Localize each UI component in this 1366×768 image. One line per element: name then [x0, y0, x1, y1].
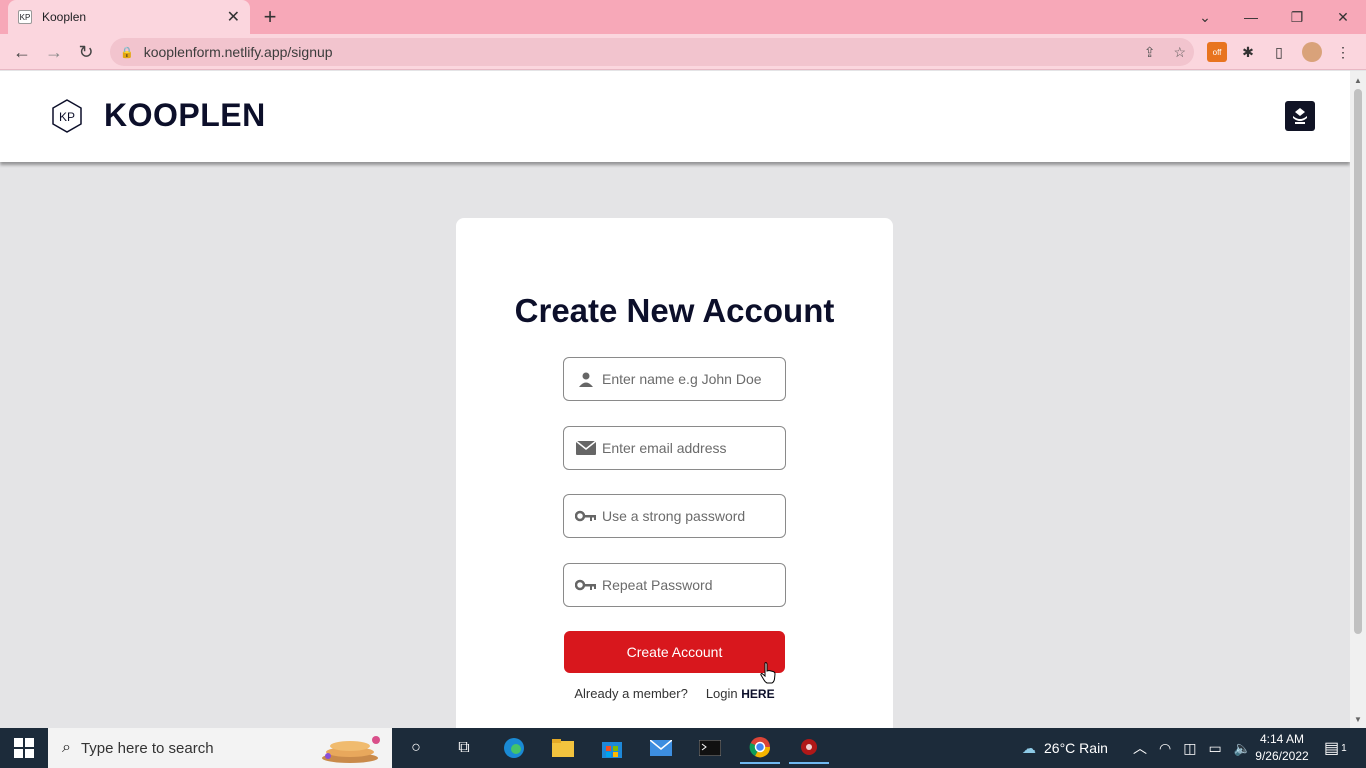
profile-avatar[interactable] [1302, 42, 1322, 62]
create-account-button[interactable]: Create Account [564, 631, 785, 673]
share-icon[interactable]: ⇪ [1144, 44, 1156, 61]
kp-logo-icon[interactable]: KP [52, 99, 82, 133]
name-field[interactable] [563, 357, 786, 401]
login-here-link[interactable]: HERE [741, 687, 774, 701]
password-field[interactable] [563, 494, 786, 538]
login-text: Login [705, 686, 738, 701]
login-prompt: Already a member? Login HERE [456, 686, 893, 701]
meet-now-icon[interactable]: ◫ [1183, 740, 1196, 757]
clock[interactable]: 4:14 AM 9/26/2022 [1252, 731, 1312, 765]
new-tab-button[interactable]: + [258, 4, 282, 29]
taskbar-search-box[interactable]: ⌕ Type here to search [48, 728, 392, 768]
search-icon: ⌕ [62, 739, 71, 756]
chrome-icon[interactable] [740, 732, 780, 764]
taskbar-search-placeholder: Type here to search [80, 739, 214, 757]
lock-icon: 🔒 [120, 46, 134, 59]
tab-close-icon[interactable]: ✕ [227, 7, 240, 27]
key-icon [573, 575, 599, 595]
user-icon [573, 369, 599, 389]
windows-taskbar: ⌕ Type here to search ○ ⧉ ☁ 26°C Rain ︿ … [0, 728, 1366, 768]
back-button[interactable]: ← [10, 40, 34, 64]
site-favicon-icon: KP [18, 10, 32, 24]
extensions-puzzle-icon[interactable]: ✱ [1238, 42, 1258, 62]
key-icon [573, 506, 599, 526]
browser-tabbar: KP Kooplen ✕ + ⌄ — ❐ ✕ [0, 0, 1366, 34]
cortana-icon[interactable]: ○ [396, 732, 436, 764]
browser-menu-icon[interactable]: ⋮ [1333, 42, 1353, 62]
tab-search-icon[interactable]: ⌄ [1182, 0, 1228, 34]
recorder-app-icon[interactable] [789, 732, 829, 764]
search-highlight-pancake-icon [322, 736, 380, 763]
system-tray: ︿ ◠ ◫ ▭ 🔈 [1133, 728, 1251, 768]
signup-card: Create New Account Create Accou [456, 218, 893, 728]
edge-icon[interactable] [494, 732, 534, 764]
battery-icon[interactable]: ▭ [1208, 740, 1221, 757]
tab-title: Kooplen [42, 10, 87, 24]
windows-start-icon[interactable] [14, 738, 34, 758]
page-scrollbar[interactable]: ▲ ▼ [1350, 71, 1366, 728]
terminal-icon[interactable] [690, 732, 730, 764]
weather-rain-icon: ☁ [1022, 739, 1036, 756]
weather-widget[interactable]: ☁ 26°C Rain [1022, 728, 1108, 768]
svg-text:KP: KP [59, 110, 75, 124]
repeat-password-field[interactable] [563, 563, 786, 607]
already-member-text: Already a member? [574, 686, 688, 701]
reload-button[interactable]: ↻ [74, 40, 98, 64]
tray-chevron-icon[interactable]: ︿ [1133, 738, 1147, 758]
weather-text: 26°C Rain [1044, 740, 1108, 756]
store-icon[interactable] [592, 732, 632, 764]
forward-button[interactable]: → [42, 40, 66, 64]
scroll-down-icon[interactable]: ▼ [1350, 712, 1366, 726]
site-header: KP KOOPLEN [0, 71, 1350, 162]
clock-time: 4:14 AM [1259, 732, 1305, 746]
file-explorer-icon[interactable] [543, 732, 583, 764]
menu-toggle-button[interactable] [1285, 101, 1315, 131]
repeat-password-input[interactable] [602, 577, 772, 593]
page-title: Create New Account [514, 292, 835, 329]
browser-tab[interactable]: KP Kooplen ✕ [8, 0, 250, 34]
brand-name[interactable]: KOOPLEN [104, 97, 266, 134]
hand-cursor-icon [760, 662, 776, 684]
address-bar[interactable]: 🔒 kooplenform.netlify.app/signup ⇪ ☆ [110, 38, 1194, 66]
restore-button[interactable]: ❐ [1274, 0, 1320, 34]
menu-icon [1293, 108, 1307, 124]
side-panel-icon[interactable]: ▯ [1269, 42, 1289, 62]
notification-count: 1 [1341, 742, 1347, 754]
page-viewport: KP KOOPLEN Create New Account Enter name… [0, 71, 1350, 728]
url-text: kooplenform.netlify.app/signup [143, 44, 333, 60]
extension-badge: off [1212, 47, 1222, 57]
extension-icon[interactable]: off [1207, 42, 1227, 62]
scrollbar-thumb[interactable] [1354, 89, 1362, 634]
close-window-button[interactable]: ✕ [1320, 0, 1366, 34]
email-input[interactable] [602, 440, 772, 456]
clock-date: 9/26/2022 [1255, 749, 1309, 763]
notification-center-icon[interactable]: ▤ 1 [1324, 728, 1347, 768]
scroll-up-icon[interactable]: ▲ [1350, 73, 1366, 87]
minimize-button[interactable]: — [1228, 0, 1274, 34]
name-input[interactable] [602, 371, 772, 387]
mail-icon[interactable] [641, 732, 681, 764]
browser-toolbar: ← → ↻ 🔒 kooplenform.netlify.app/signup ⇪… [0, 34, 1366, 70]
password-input[interactable] [602, 508, 772, 524]
wifi-icon[interactable]: ◠ [1159, 740, 1171, 757]
bookmark-star-icon[interactable]: ☆ [1173, 44, 1186, 61]
envelope-icon [573, 438, 599, 458]
volume-icon[interactable]: 🔈 [1234, 740, 1251, 757]
task-view-icon[interactable]: ⧉ [444, 732, 484, 764]
email-field[interactable] [563, 426, 786, 470]
